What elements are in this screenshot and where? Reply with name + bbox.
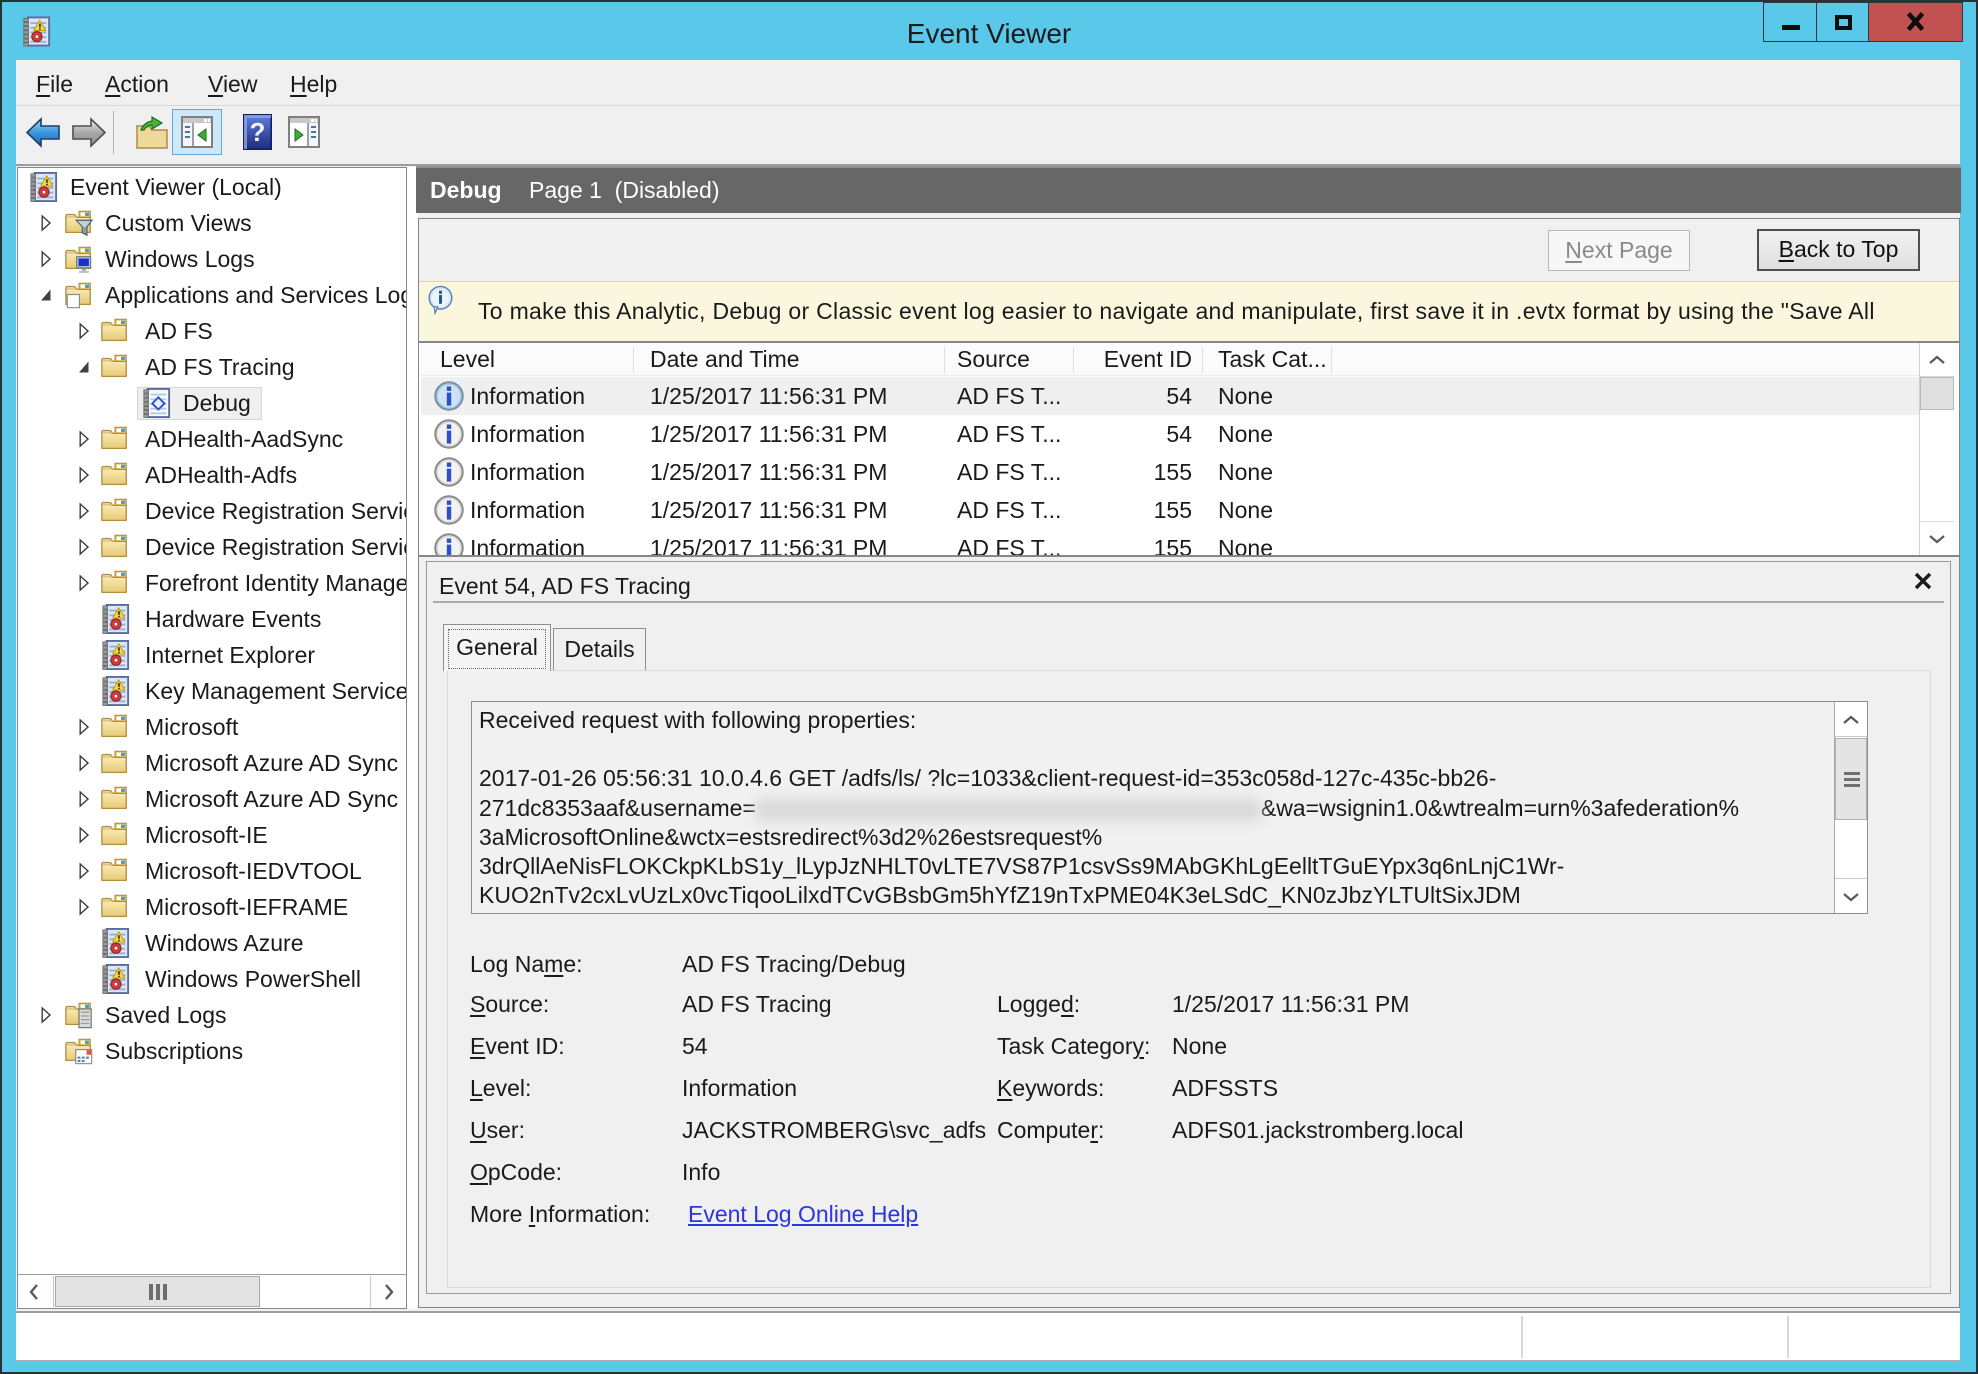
svg-text:?: ? [250,117,266,147]
